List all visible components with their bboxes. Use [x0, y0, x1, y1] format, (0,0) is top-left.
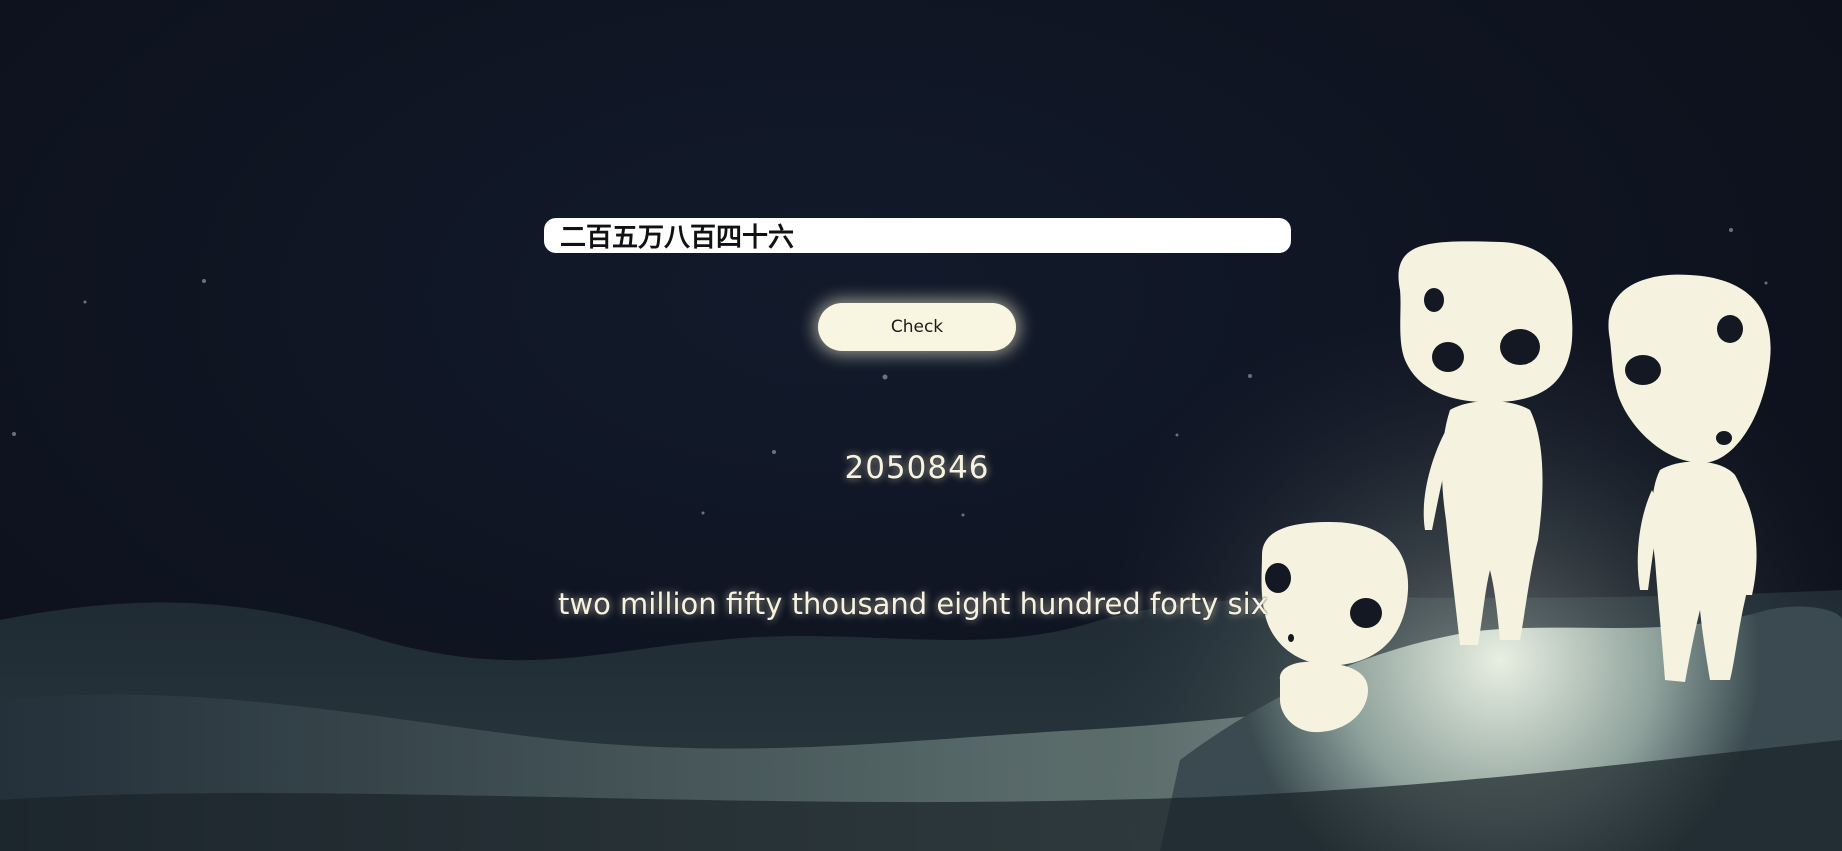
numeric-result: 2050846 [844, 450, 990, 486]
chinese-number-input[interactable] [544, 218, 1291, 253]
english-words-result: two million fifty thousand eight hundred… [558, 587, 1268, 621]
kodama-landscape-illustration [0, 0, 1842, 851]
number-input-container [544, 218, 1291, 253]
app-background: Check 2050846 two million fifty thousand… [0, 0, 1842, 851]
check-button[interactable]: Check [818, 303, 1016, 351]
